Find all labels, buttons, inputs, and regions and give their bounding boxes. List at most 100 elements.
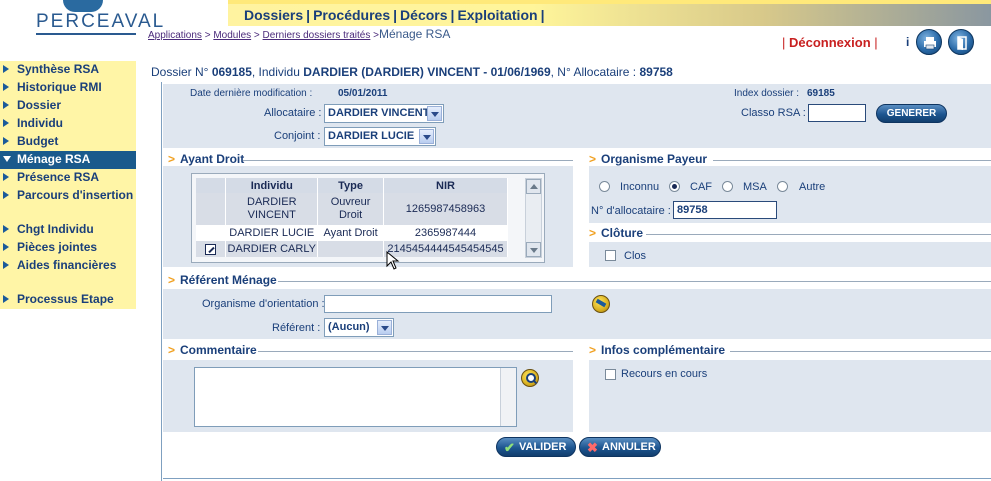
radio-caf[interactable]: [669, 181, 680, 192]
annuler-button[interactable]: ✖ ANNULER: [579, 437, 661, 457]
ayant-droit-table: Individu Type NIR DARDIER VINCENT Ouvreu…: [196, 178, 508, 257]
cloture-rule: [646, 234, 991, 235]
close-icon: ✖: [587, 440, 598, 455]
referent-select[interactable]: (Aucun): [324, 318, 394, 337]
logo: PERCEAVAL: [0, 0, 163, 40]
commentaire-textarea[interactable]: [194, 367, 517, 427]
sidebar-item-label: Individu: [17, 116, 63, 130]
sidebar-item-label: Processus Etape: [17, 292, 114, 306]
sidebar-item-pieces-jointes[interactable]: Pièces jointes: [0, 239, 136, 257]
sidebar-item-aides-financieres[interactable]: Aides financières: [0, 257, 136, 291]
cell-individu: DARDIER LUCIE: [225, 225, 319, 241]
search-icon[interactable]: [521, 369, 539, 387]
referent-menage-rule: [278, 281, 991, 282]
chevron-right-icon: [3, 64, 9, 73]
chevron-down-icon: [3, 155, 11, 162]
logo-text: PERCEAVAL: [36, 11, 166, 32]
topnav-procedures[interactable]: Procédures: [313, 7, 390, 23]
topnav-decors[interactable]: Décors: [400, 7, 447, 23]
commentaire-scrollbar[interactable]: [500, 368, 516, 426]
index-dossier-label: Index dossier :: [734, 88, 800, 99]
allocataire-select-value: DARDIER VINCENT: [328, 107, 430, 119]
logout-link[interactable]: Déconnexion: [789, 35, 871, 50]
scroll-down-icon[interactable]: [526, 242, 541, 257]
radio-autre[interactable]: [777, 181, 788, 192]
conjoint-select[interactable]: DARDIER LUCIE: [324, 127, 436, 146]
allocataire-number: 89758: [639, 65, 673, 79]
table-row[interactable]: DARDIER VINCENT Ouvreur Droit 1265987458…: [196, 193, 508, 225]
info-icon[interactable]: i: [906, 35, 909, 49]
chevron-right-icon: [3, 190, 9, 199]
sidebar-item-processus-etape[interactable]: Processus Etape: [0, 291, 136, 309]
chevron-down-icon: [377, 320, 392, 335]
edit-icon[interactable]: [205, 243, 217, 255]
sidebar-item-budget[interactable]: Budget: [0, 133, 136, 151]
dossier-number: 069185: [211, 65, 252, 79]
sidebar-item-label: Ménage RSA: [17, 152, 91, 166]
recours-label: Recours en cours: [621, 368, 708, 380]
sidebar-item-menage-rsa[interactable]: Ménage RSA: [0, 151, 136, 169]
sidebar-item-parcours-d-insertion[interactable]: Parcours d'insertion: [0, 187, 136, 221]
table-row[interactable]: DARDIER CARLY 2145454444545454545: [196, 241, 508, 257]
chevron-down-icon: [427, 106, 442, 121]
topnav-exploitation[interactable]: Exploitation: [457, 7, 537, 23]
classo-rsa-label: Classo RSA :: [741, 107, 806, 119]
sidebar-item-label: Historique RMI: [17, 80, 102, 94]
ayant-droit-grid: Individu Type NIR DARDIER VINCENT Ouvreu…: [191, 173, 545, 263]
bottom-rule: [163, 478, 991, 479]
logout-area: | Déconnexion |: [782, 35, 878, 50]
cell-nir: 2365987444: [383, 225, 508, 241]
table-row[interactable]: DARDIER LUCIE Ayant Droit 2365987444: [196, 225, 508, 241]
commentaire-heading: > Commentaire: [168, 343, 257, 357]
organisme-payeur-heading: > Organisme Payeur: [589, 152, 708, 166]
radio-inconnu-label: Inconnu: [620, 181, 660, 193]
sidebar-item-historique-rmi[interactable]: Historique RMI: [0, 79, 136, 97]
sidebar-item-synthese-rsa[interactable]: Synthèse RSA: [0, 61, 136, 79]
table-header-individu: Individu: [225, 178, 319, 193]
table-header-select: [196, 178, 227, 193]
chevron-right-icon: [3, 118, 9, 127]
allocataire-label: , N° Allocataire :: [550, 65, 637, 79]
ayant-droit-rule: [243, 160, 573, 161]
allocataire-select[interactable]: DARDIER VINCENT: [324, 104, 444, 123]
sidebar-item-individu[interactable]: Individu: [0, 115, 136, 133]
chevron-right-icon: [3, 224, 9, 233]
generer-button[interactable]: GENERER: [876, 104, 947, 123]
check-icon: ✔: [504, 440, 515, 455]
clos-checkbox[interactable]: [605, 250, 616, 261]
sidebar-item-label: Budget: [17, 134, 59, 148]
cell-type: [317, 241, 385, 257]
cell-nir: 2145454444545454545: [383, 241, 508, 257]
scroll-up-icon[interactable]: [526, 179, 541, 194]
infos-comp-heading: > Infos complémentaire: [589, 343, 726, 357]
printer-icon[interactable]: [916, 29, 942, 55]
sidebar-item-label: Synthèse RSA: [17, 62, 100, 76]
date-modif-label: Date dernière modification :: [190, 88, 313, 99]
recours-checkbox[interactable]: [605, 369, 616, 380]
logo-underline: [36, 33, 136, 35]
ayant-droit-scrollbar[interactable]: [525, 178, 542, 258]
orientation-label: Organisme d'orientation :: [202, 298, 325, 310]
sidebar-item-chgt-individu[interactable]: Chgt Individu: [0, 221, 136, 239]
breadcrumb-applications[interactable]: Applications: [148, 30, 202, 41]
breadcrumb-derniers-dossiers[interactable]: Derniers dossiers traités: [263, 30, 371, 41]
sidebar-item-dossier[interactable]: Dossier: [0, 97, 136, 115]
valider-button[interactable]: ✔ VALIDER: [496, 437, 576, 457]
orientation-search-icon[interactable]: [592, 295, 610, 313]
cloture-heading: > Clôture: [589, 226, 644, 240]
radio-msa[interactable]: [722, 181, 733, 192]
sidebar-divider: [161, 82, 162, 481]
orientation-input[interactable]: [324, 295, 552, 313]
classo-rsa-input[interactable]: [808, 104, 866, 122]
chevron-down-icon: [419, 129, 434, 144]
radio-inconnu[interactable]: [599, 181, 610, 192]
chevron-right-icon: [3, 294, 9, 303]
door-exit-icon[interactable]: [948, 29, 974, 55]
cell-nir: 1265987458963: [383, 193, 508, 225]
n-allocataire-input[interactable]: 89758: [673, 201, 777, 219]
sidebar-item-label: Parcours d'insertion: [17, 188, 134, 202]
breadcrumb-modules[interactable]: Modules: [213, 30, 251, 41]
topnav-dossiers[interactable]: Dossiers: [244, 7, 303, 23]
chevron-right-icon: [3, 136, 9, 145]
sidebar-item-presence-rsa[interactable]: Présence RSA: [0, 169, 136, 187]
